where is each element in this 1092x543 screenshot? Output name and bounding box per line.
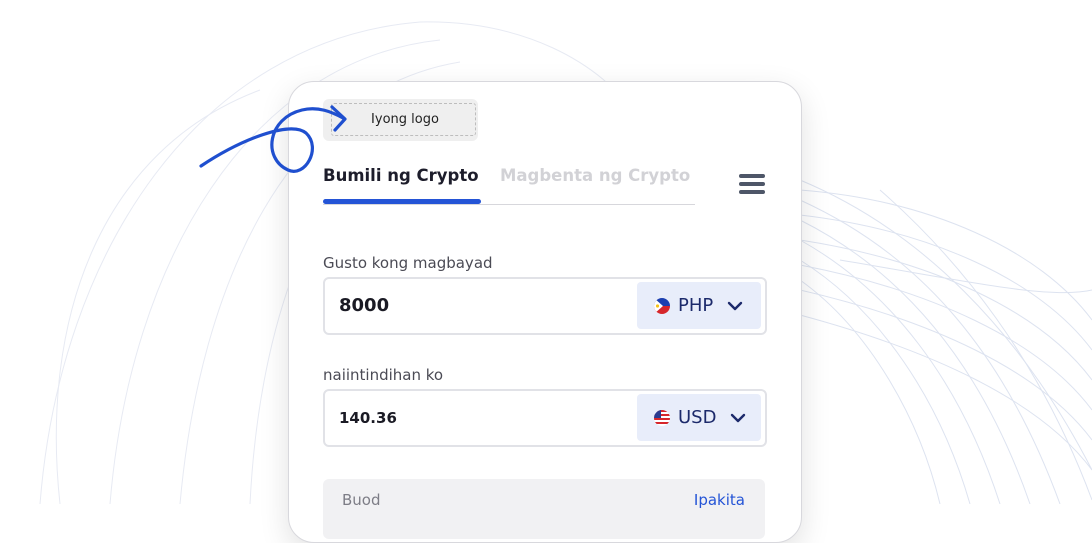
pay-currency-selector[interactable]: PHP bbox=[637, 282, 761, 329]
summary-title: Buod bbox=[342, 491, 381, 509]
philippines-flag-icon bbox=[654, 297, 670, 314]
logo-placeholder: Iyong logo bbox=[323, 99, 478, 141]
receive-amount-input[interactable]: 140.36 bbox=[339, 391, 397, 445]
pay-amount-input[interactable]: 8000 bbox=[339, 279, 389, 333]
chevron-down-icon bbox=[728, 301, 743, 310]
tab-sell-crypto[interactable]: Magbenta ng Crypto bbox=[500, 166, 690, 185]
summary-panel: Buod Ipakita bbox=[323, 479, 765, 539]
receive-currency-code: USD bbox=[678, 407, 717, 428]
pay-field-label: Gusto kong magbayad bbox=[323, 254, 493, 272]
receive-currency-selector[interactable]: USD bbox=[637, 394, 761, 441]
crypto-widget-card: Iyong logo Bumili ng Crypto Magbenta ng … bbox=[288, 81, 802, 543]
summary-toggle-link[interactable]: Ipakita bbox=[694, 491, 745, 509]
receive-field-label: naiintindihan ko bbox=[323, 366, 444, 384]
pay-amount-field[interactable]: 8000 PHP bbox=[323, 277, 767, 335]
pay-currency-code: PHP bbox=[678, 295, 714, 316]
hamburger-menu-icon[interactable] bbox=[739, 174, 765, 196]
tab-divider bbox=[323, 204, 695, 205]
usa-flag-icon bbox=[654, 409, 670, 426]
logo-placeholder-label: Iyong logo bbox=[331, 103, 476, 136]
receive-amount-field[interactable]: 140.36 USD bbox=[323, 389, 767, 447]
chevron-down-icon bbox=[731, 413, 746, 422]
tab-buy-crypto[interactable]: Bumili ng Crypto bbox=[323, 166, 479, 185]
active-tab-indicator bbox=[323, 199, 481, 204]
